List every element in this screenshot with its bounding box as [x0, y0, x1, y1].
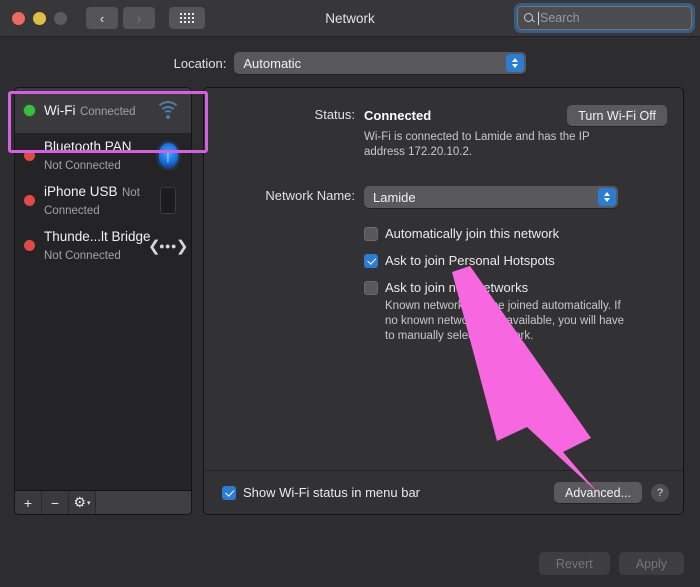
checkbox-auto-join[interactable]	[364, 227, 378, 241]
options-row: Automatically join this network Ask to j…	[204, 226, 667, 344]
zoom-button	[54, 11, 67, 25]
network-services-list[interactable]: Wi-Fi Connected Bluetooth PAN Not Connec…	[14, 87, 192, 491]
status-row: Status: Connected Turn Wi-Fi Off Wi-Fi i…	[204, 105, 667, 160]
title-bar: ‹ › Network Search	[0, 0, 700, 37]
remove-service-button[interactable]: −	[42, 491, 69, 514]
chevron-updown-icon	[598, 188, 616, 206]
advanced-button[interactable]: Advanced...	[553, 482, 642, 503]
text-cursor	[538, 11, 539, 25]
network-name-row: Network Name: Lamide	[204, 186, 667, 208]
sidebar-item-text: Bluetooth PAN Not Connected	[44, 138, 153, 174]
option-label: Ask to join Personal Hotspots	[385, 253, 555, 268]
sidebar-item-thunderbolt-bridge[interactable]: Thunde...lt Bridge Not Connected ❮ ●●● ❯	[15, 223, 191, 268]
sidebar-item-bluetooth-pan[interactable]: Bluetooth PAN Not Connected ᛏ	[15, 133, 191, 178]
thunderbolt-bridge-icon: ❮ ●●● ❯	[148, 237, 188, 255]
sidebar-item-status: Not Connected	[44, 249, 121, 262]
sidebar-item-label: Thunde...lt Bridge	[44, 228, 151, 244]
gear-icon[interactable]: ⚙ ▾	[69, 491, 96, 514]
option-label: Automatically join this network	[385, 226, 560, 241]
chevron-updown-icon	[506, 54, 525, 72]
sidebar-item-text: Wi-Fi Connected	[44, 102, 153, 120]
search-input[interactable]: Search	[517, 6, 692, 30]
panel-bottom-bar: Show Wi-Fi status in menu bar Advanced..…	[204, 470, 683, 514]
forward-button[interactable]: ›	[123, 7, 155, 29]
network-name-label: Network Name:	[265, 188, 355, 203]
grid-icon	[180, 13, 194, 23]
location-label: Location:	[173, 55, 227, 71]
sidebar-toolbar: + − ⚙ ▾	[14, 491, 192, 515]
show-wifi-status-label: Show Wi-Fi status in menu bar	[243, 484, 421, 500]
status-dot	[24, 240, 35, 251]
back-button[interactable]: ‹	[86, 7, 118, 29]
wifi-options: Automatically join this network Ask to j…	[364, 226, 667, 344]
sidebar-item-status: Not Connected	[44, 159, 121, 172]
apply-button[interactable]: Apply	[618, 552, 684, 575]
sidebar-item-label: Bluetooth PAN	[44, 138, 132, 154]
option-ask-new-networks[interactable]: Ask to join new networks	[364, 280, 667, 296]
checkbox-show-wifi-status[interactable]	[222, 485, 236, 500]
show-all-button[interactable]	[169, 7, 205, 29]
network-name-popup-button[interactable]: Lamide	[364, 186, 618, 208]
sidebar-item-wifi[interactable]: Wi-Fi Connected	[15, 88, 191, 133]
network-name-value: Lamide	[373, 189, 416, 205]
status-label: Status:	[314, 107, 355, 122]
status-line: Connected Turn Wi-Fi Off	[364, 105, 667, 126]
status-dot	[24, 195, 35, 206]
footer-buttons: Revert Apply	[538, 552, 684, 575]
wifi-icon	[153, 96, 183, 126]
close-button[interactable]	[12, 11, 25, 25]
sidebar-item-text: iPhone USB Not Connected	[44, 183, 153, 219]
sidebar-item-label: iPhone USB	[44, 183, 118, 199]
chevron-down-icon: ▾	[87, 499, 91, 507]
sidebar-column: Wi-Fi Connected Bluetooth PAN Not Connec…	[14, 87, 192, 515]
navigation-buttons: ‹ ›	[86, 7, 155, 29]
help-button[interactable]: ?	[651, 483, 669, 502]
bluetooth-icon: ᛏ	[153, 141, 183, 171]
traffic-lights	[12, 11, 67, 25]
option-auto-join[interactable]: Automatically join this network	[364, 226, 667, 242]
minimize-button[interactable]	[33, 11, 46, 25]
toolbar-filler	[96, 491, 191, 514]
status-dot	[24, 105, 35, 116]
checkbox-ask-new-networks[interactable]	[364, 281, 378, 295]
options-note: Known networks will be joined automatica…	[385, 300, 625, 342]
option-ask-hotspots[interactable]: Ask to join Personal Hotspots	[364, 253, 667, 269]
search-icon	[524, 12, 535, 24]
sidebar-item-iphone-usb[interactable]: iPhone USB Not Connected	[15, 178, 191, 223]
revert-button[interactable]: Revert	[538, 552, 610, 575]
wifi-settings-panel: Status: Connected Turn Wi-Fi Off Wi-Fi i…	[203, 87, 684, 515]
turn-wifi-off-button[interactable]: Turn Wi-Fi Off	[567, 105, 667, 126]
status-dot	[24, 150, 35, 161]
add-service-button[interactable]: +	[15, 491, 42, 514]
network-preferences-window: ‹ › Network Search Location: Automatic W…	[0, 0, 700, 587]
option-label: Ask to join new networks	[385, 280, 529, 295]
location-value: Automatic	[243, 55, 302, 71]
status-value: Connected	[364, 107, 432, 123]
status-description: Wi-Fi is connected to Lamide and has the…	[364, 131, 590, 158]
checkbox-ask-hotspots[interactable]	[364, 254, 378, 268]
sidebar-item-text: Thunde...lt Bridge Not Connected	[44, 228, 153, 264]
network-name-value-area: Lamide	[364, 186, 667, 208]
sidebar-item-status: Connected	[79, 105, 136, 118]
iphone-icon	[153, 186, 183, 216]
location-row: Location: Automatic	[0, 52, 700, 74]
location-popup-button[interactable]: Automatic	[234, 52, 527, 74]
search-field-wrap: Search	[514, 3, 695, 33]
preferences-body: Wi-Fi Connected Bluetooth PAN Not Connec…	[0, 74, 700, 515]
status-value-area: Connected Turn Wi-Fi Off Wi-Fi is connec…	[364, 105, 667, 160]
search-placeholder: Search	[540, 11, 580, 25]
sidebar-item-label: Wi-Fi	[44, 102, 76, 118]
